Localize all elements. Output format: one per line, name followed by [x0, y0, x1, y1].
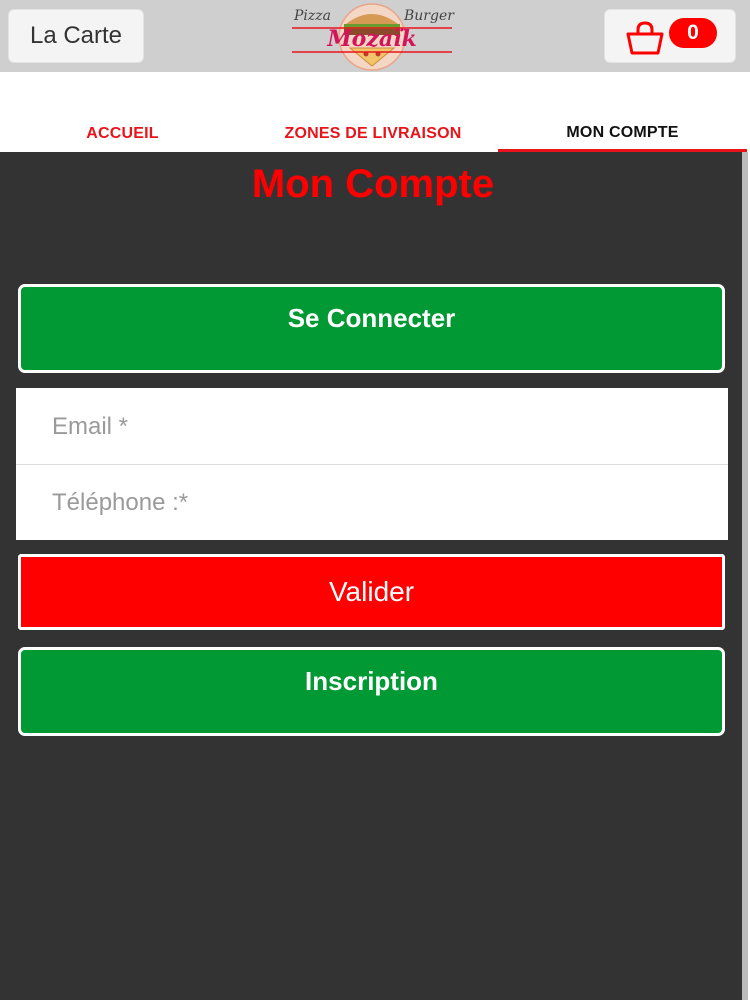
- email-field[interactable]: [16, 390, 728, 465]
- cart-button[interactable]: 0: [604, 9, 736, 63]
- page-title: Mon Compte: [251, 162, 495, 206]
- tab-mon-compte[interactable]: MON COMPTE: [498, 116, 747, 152]
- main-tabs: ACCUEIL ZONES DE LIVRAISON MON COMPTE: [0, 116, 750, 152]
- signup-button[interactable]: Inscription: [18, 647, 725, 736]
- cart-count-badge: 0: [669, 18, 717, 48]
- submit-button[interactable]: Valider: [18, 554, 725, 630]
- login-button[interactable]: Se Connecter: [18, 284, 725, 373]
- shopping-bag-icon: [626, 21, 664, 55]
- logo-pizza-text: Pizza: [293, 8, 331, 24]
- login-form: [16, 388, 728, 540]
- top-header-bar: La Carte Pizza Burger Mozaïk 0: [0, 0, 750, 72]
- tab-zones-de-livraison[interactable]: ZONES DE LIVRAISON: [245, 116, 501, 152]
- phone-field[interactable]: [16, 465, 728, 540]
- logo-brand-text: Mozaïk: [326, 26, 416, 52]
- menu-button[interactable]: La Carte: [8, 9, 144, 63]
- brand-logo[interactable]: Pizza Burger Mozaïk: [286, 2, 458, 72]
- logo-burger-text: Burger: [403, 8, 455, 24]
- tab-accueil[interactable]: ACCUEIL: [0, 116, 245, 152]
- account-panel: Mon Compte Se Connecter Valider Inscript…: [0, 152, 746, 1000]
- scrollbar[interactable]: [742, 152, 748, 1000]
